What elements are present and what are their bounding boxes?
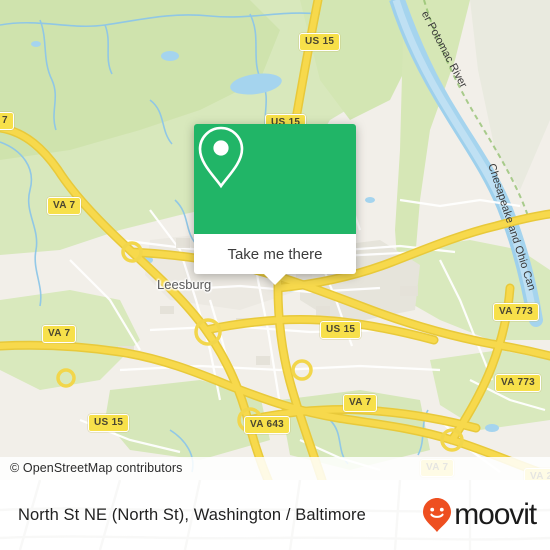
location-popup-card[interactable]: Take me there [194,124,356,285]
road-shield-7-left-edge[interactable]: 7 [0,112,14,130]
take-me-there-button[interactable]: Take me there [194,234,356,274]
popup-pointer-tail [264,274,286,285]
moovit-pin-icon [423,498,452,532]
page-title: North St NE (North St), Washington / Bal… [18,505,366,524]
road-shield-va773-lower-right[interactable]: VA 773 [495,374,542,392]
osm-attribution: © OpenStreetMap contributors [0,457,550,480]
road-shield-va643[interactable]: VA 643 [244,416,291,434]
road-shield-va7-upper-left[interactable]: VA 7 [47,197,82,215]
map-screenshot: Leesburg er Potomac River Chesapeake and… [0,0,550,550]
popup-image-panel [194,124,356,234]
moovit-wordmark: moovit [454,498,537,531]
road-shield-us15-bottom-left[interactable]: US 15 [88,414,130,432]
take-me-there-label: Take me there [227,245,323,263]
moovit-brand[interactable]: moovit [422,497,537,533]
road-shield-va7-left[interactable]: VA 7 [42,325,77,343]
place-label-leesburg: Leesburg [157,277,212,292]
road-shield-us15-center[interactable]: US 15 [320,321,362,339]
footer-bar: North St NE (North St), Washington / Bal… [0,480,550,550]
road-shield-va773-right[interactable]: VA 773 [493,303,540,321]
map-canvas[interactable]: Leesburg er Potomac River Chesapeake and… [0,0,550,480]
road-shield-us15-top[interactable]: US 15 [299,33,341,51]
location-pin-icon [198,126,244,189]
road-shield-va7-center[interactable]: VA 7 [343,394,378,412]
